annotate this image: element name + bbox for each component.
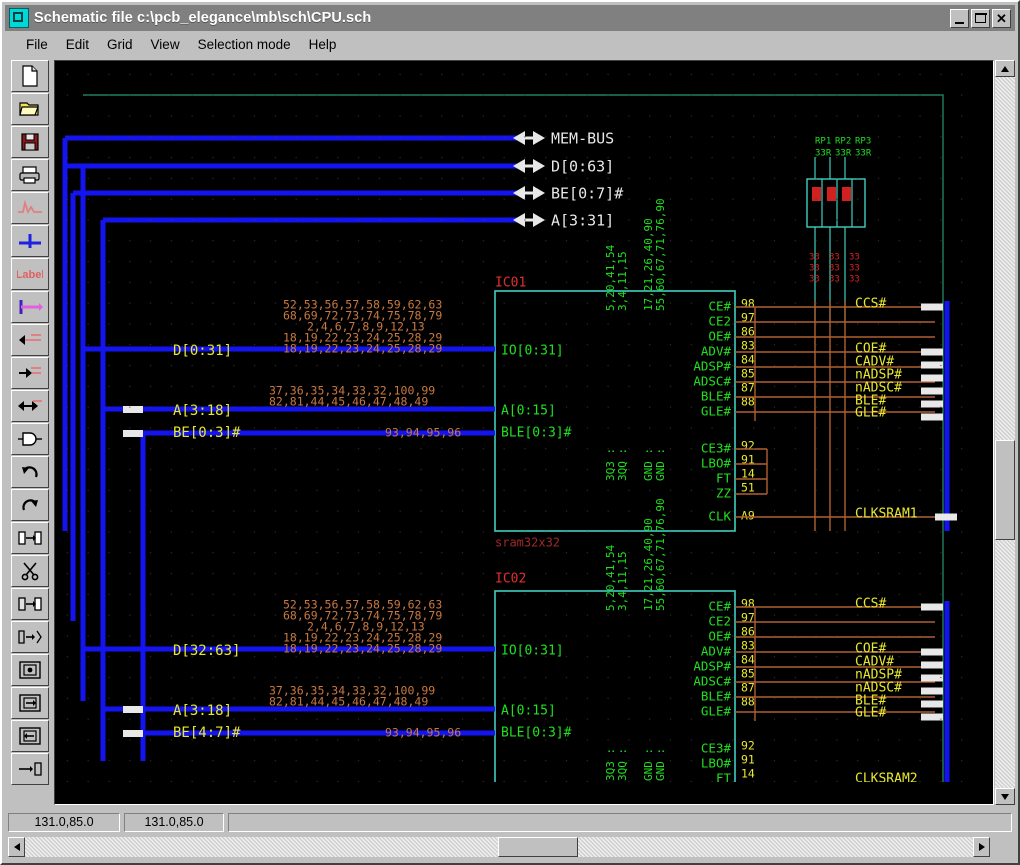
vscroll-thumb[interactable] <box>995 440 1015 540</box>
add-label-icon[interactable]: Label <box>11 258 49 290</box>
schematic-app-icon <box>9 8 29 28</box>
menu-view[interactable]: View <box>142 35 189 54</box>
menu-grid[interactable]: Grid <box>98 35 142 54</box>
cut-icon[interactable] <box>11 555 49 587</box>
add-net-label-icon[interactable] <box>11 291 49 323</box>
zoom-fit-icon[interactable] <box>11 720 49 752</box>
chevron-left-icon <box>14 843 20 851</box>
hscroll-thumb[interactable] <box>498 837 578 857</box>
input-pin-icon[interactable] <box>11 324 49 356</box>
title-bar: Schematic file c:\pcb_elegance\mb\sch\CP… <box>5 5 1015 31</box>
window-controls: ✕ <box>950 9 1013 28</box>
redo-icon[interactable] <box>11 489 49 521</box>
chevron-right-icon <box>979 843 985 851</box>
scroll-up-button[interactable] <box>995 60 1015 77</box>
menu-file[interactable]: File <box>17 35 57 54</box>
status-message <box>228 813 1012 832</box>
menu-bar: File Edit Grid View Selection mode Help <box>5 33 1015 55</box>
minimize-button[interactable] <box>950 9 969 28</box>
menu-edit[interactable]: Edit <box>57 35 98 54</box>
move-icon[interactable] <box>11 753 49 785</box>
vertical-scrollbar[interactable] <box>995 60 1015 805</box>
add-bus-icon[interactable] <box>11 225 49 257</box>
add-symbol-icon[interactable] <box>11 423 49 455</box>
zoom-in-icon[interactable] <box>11 654 49 686</box>
schematic-canvas[interactable]: MEM-BUS D[0:63] BE[0:7]# A[3:31] RP1 RP2… <box>54 60 994 805</box>
chevron-down-icon <box>1001 794 1009 800</box>
tool-palette: Label <box>8 60 52 805</box>
maximize-button[interactable] <box>971 9 990 28</box>
application-window: Schematic file c:\pcb_elegance\mb\sch\CP… <box>0 0 1020 865</box>
horizontal-scrollbar[interactable] <box>8 837 990 857</box>
vscroll-track[interactable] <box>995 77 1015 788</box>
status-bar: 131.0,85.0 131.0,85.0 <box>8 811 1012 833</box>
bidir-pin-icon[interactable] <box>11 390 49 422</box>
close-button[interactable]: ✕ <box>992 9 1011 28</box>
output-pin-icon[interactable] <box>11 357 49 389</box>
scroll-left-button[interactable] <box>8 837 25 857</box>
new-file-icon[interactable] <box>11 60 49 92</box>
add-wire-icon[interactable] <box>11 192 49 224</box>
menu-help[interactable]: Help <box>300 35 346 54</box>
undo-icon[interactable] <box>11 456 49 488</box>
grid-dots <box>55 61 971 782</box>
paste-icon[interactable] <box>11 588 49 620</box>
status-coordinate-2: 131.0,85.0 <box>124 813 224 832</box>
schematic-drawing-area[interactable]: MEM-BUS D[0:63] BE[0:7]# A[3:31] RP1 RP2… <box>55 61 971 782</box>
zoom-out-icon[interactable] <box>11 687 49 719</box>
print-icon[interactable] <box>11 159 49 191</box>
chevron-up-icon <box>1001 66 1009 72</box>
save-file-icon[interactable] <box>11 126 49 158</box>
svg-text:Label: Label <box>17 269 43 281</box>
copy-icon[interactable] <box>11 522 49 554</box>
scroll-right-button[interactable] <box>973 837 990 857</box>
mirror-icon[interactable] <box>11 621 49 653</box>
open-file-icon[interactable] <box>11 93 49 125</box>
scroll-down-button[interactable] <box>995 788 1015 805</box>
window-title: Schematic file c:\pcb_elegance\mb\sch\CP… <box>34 10 950 26</box>
menu-selection-mode[interactable]: Selection mode <box>189 35 300 54</box>
status-coordinate-1: 131.0,85.0 <box>8 813 120 832</box>
